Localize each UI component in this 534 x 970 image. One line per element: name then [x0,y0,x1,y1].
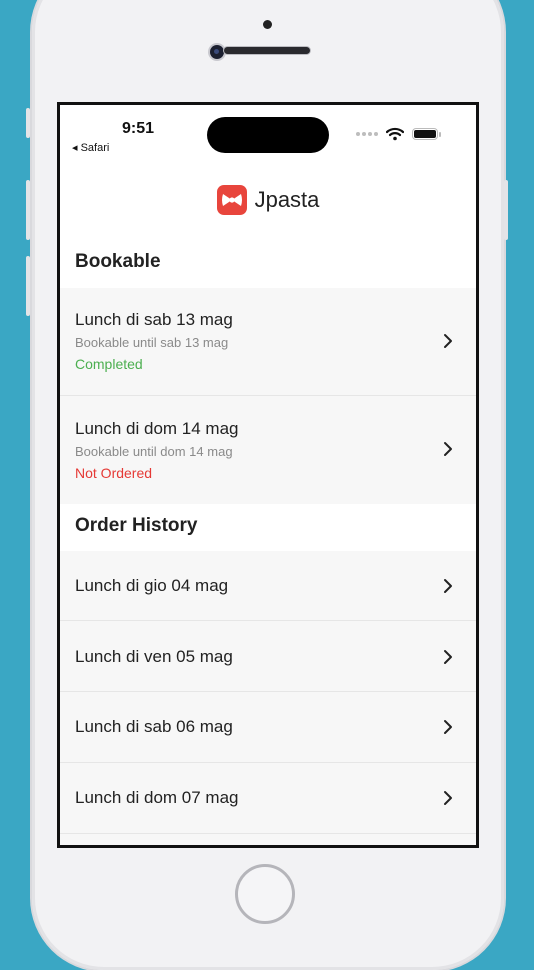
proximity-sensor [263,20,272,29]
volume-up-button [26,180,30,240]
chevron-right-icon [444,720,452,734]
item-status-not-ordered: Not Ordered [75,465,153,481]
chevron-right-icon [444,334,452,348]
item-title: Lunch di dom 14 mag [75,419,239,438]
section-title-bookable: Bookable [75,251,161,272]
chevron-right-icon [444,650,452,664]
bookable-item[interactable]: Lunch di sab 13 mag Bookable until sab 1… [60,288,476,396]
app-name: Jpasta [254,187,320,212]
status-time: 9:51 [122,120,155,137]
battery-icon [412,128,441,140]
history-item[interactable]: Lunch di gio 04 mag [60,551,476,621]
app-header: Jpasta [60,185,476,215]
power-button [504,180,508,240]
volume-down-button [26,256,30,316]
front-camera [210,45,224,59]
history-item[interactable]: Lunch di dom 07 mag [60,763,476,834]
dynamic-island [207,117,329,153]
home-button[interactable] [235,864,295,924]
history-item[interactable]: Lunch di ven 05 mag [60,621,476,692]
item-title: Lunch di sab 06 mag [75,717,233,736]
back-to-safari-link[interactable]: ◂ Safari [72,141,109,154]
item-status-completed: Completed [75,356,143,372]
chevron-right-icon [444,442,452,456]
bow-tie-icon [216,185,247,215]
item-title: Lunch di dom 07 mag [75,788,239,807]
item-subtitle: Bookable until sab 13 mag [75,335,229,350]
earpiece-speaker [224,47,310,54]
signal-icon [356,132,378,136]
bookable-item[interactable]: Lunch di dom 14 mag Bookable until dom 1… [60,396,476,504]
mute-switch [26,108,30,138]
history-item[interactable]: Lunch di sab 06 mag [60,692,476,763]
item-title: Lunch di sab 13 mag [75,310,233,329]
item-title: Lunch di gio 04 mag [75,576,229,595]
section-title-order-history: Order History [75,515,198,536]
screen: 9:51 ◂ Safari Jpasta Bookable Lunch di s… [57,102,479,848]
item-subtitle: Bookable until dom 14 mag [75,444,233,459]
status-indicators [356,125,441,143]
chevron-right-icon [444,791,452,805]
wifi-icon [386,127,404,141]
history-item-partial[interactable] [60,834,476,845]
item-title: Lunch di ven 05 mag [75,647,233,666]
chevron-right-icon [444,579,452,593]
